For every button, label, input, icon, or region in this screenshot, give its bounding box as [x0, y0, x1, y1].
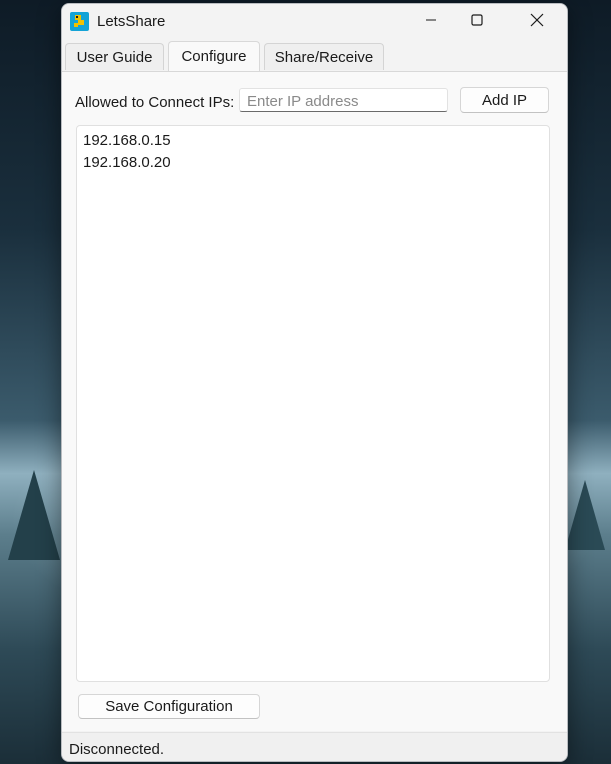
- list-item[interactable]: 192.168.0.15: [83, 130, 549, 152]
- app-icon: [70, 12, 89, 31]
- title-bar[interactable]: LetsShare: [62, 4, 567, 40]
- close-button[interactable]: [514, 4, 560, 40]
- background-tree: [8, 470, 60, 560]
- connection-status: Disconnected.: [69, 741, 165, 758]
- tab-share-receive[interactable]: Share/Receive: [264, 43, 384, 70]
- allowed-ips-label: Allowed to Connect IPs:: [75, 94, 235, 111]
- minimize-icon: [425, 13, 437, 31]
- save-configuration-button[interactable]: Save Configuration: [78, 694, 260, 719]
- window-title: LetsShare: [97, 13, 166, 30]
- tab-bar: User Guide Share/Receive Configure: [62, 41, 567, 72]
- maximize-button[interactable]: [454, 4, 500, 40]
- maximize-icon: [471, 13, 483, 31]
- tab-user-guide[interactable]: User Guide: [65, 43, 164, 70]
- allowed-ip-list[interactable]: 192.168.0.15 192.168.0.20: [76, 125, 550, 682]
- close-icon: [530, 13, 544, 32]
- minimize-button[interactable]: [408, 4, 454, 40]
- ip-address-input[interactable]: [239, 88, 448, 112]
- status-bar: Disconnected.: [62, 732, 567, 761]
- app-window: LetsShare User Guide Share/Receive Confi…: [61, 3, 568, 762]
- list-item[interactable]: 192.168.0.20: [83, 152, 549, 174]
- background-tree: [565, 480, 605, 550]
- tab-configure[interactable]: Configure: [168, 41, 260, 71]
- configure-panel: Allowed to Connect IPs: Add IP 192.168.0…: [62, 72, 567, 731]
- add-ip-button[interactable]: Add IP: [460, 87, 549, 113]
